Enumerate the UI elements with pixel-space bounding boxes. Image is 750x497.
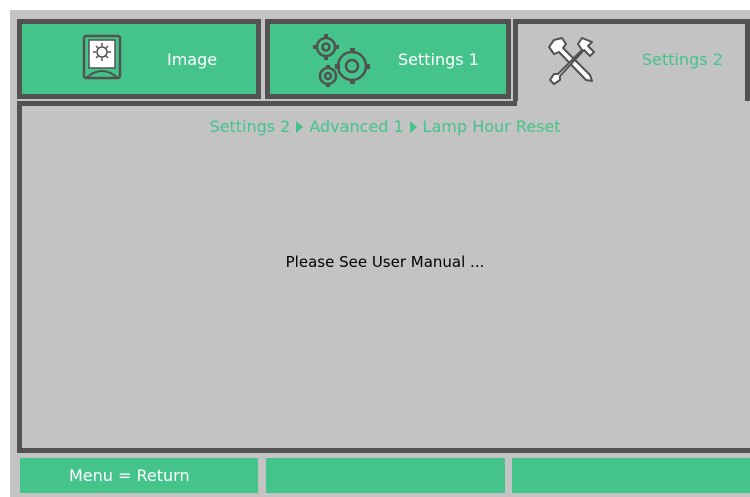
tab-image[interactable]: Image bbox=[17, 19, 261, 99]
info-message: Please See User Manual ... bbox=[285, 253, 485, 271]
tab-settings-1-label: Settings 1 bbox=[398, 50, 479, 69]
footer-button-label: Menu = Return bbox=[69, 466, 190, 485]
image-icon bbox=[77, 31, 127, 87]
panel-top-border bbox=[17, 101, 517, 106]
tab-image-label: Image bbox=[167, 50, 218, 69]
breadcrumb-item: Advanced 1 bbox=[309, 117, 404, 136]
footer-button-empty bbox=[512, 458, 750, 493]
breadcrumb-item: Lamp Hour Reset bbox=[422, 117, 561, 136]
breadcrumb-arrow-icon bbox=[296, 121, 304, 133]
tab-settings-2[interactable]: Settings 2 bbox=[513, 19, 750, 106]
content-panel bbox=[17, 101, 750, 453]
tab-settings-1[interactable]: Settings 1 bbox=[265, 19, 511, 99]
tab-settings-2-label: Settings 2 bbox=[642, 50, 723, 69]
breadcrumb-item: Settings 2 bbox=[209, 117, 291, 136]
breadcrumb: Settings 2 Advanced 1 Lamp Hour Reset bbox=[0, 117, 750, 136]
footer-button-menu-return[interactable]: Menu = Return bbox=[20, 458, 258, 493]
gears-icon bbox=[311, 32, 375, 92]
breadcrumb-arrow-icon bbox=[409, 121, 417, 133]
footer-button-empty bbox=[266, 458, 505, 493]
tools-icon bbox=[546, 33, 600, 89]
